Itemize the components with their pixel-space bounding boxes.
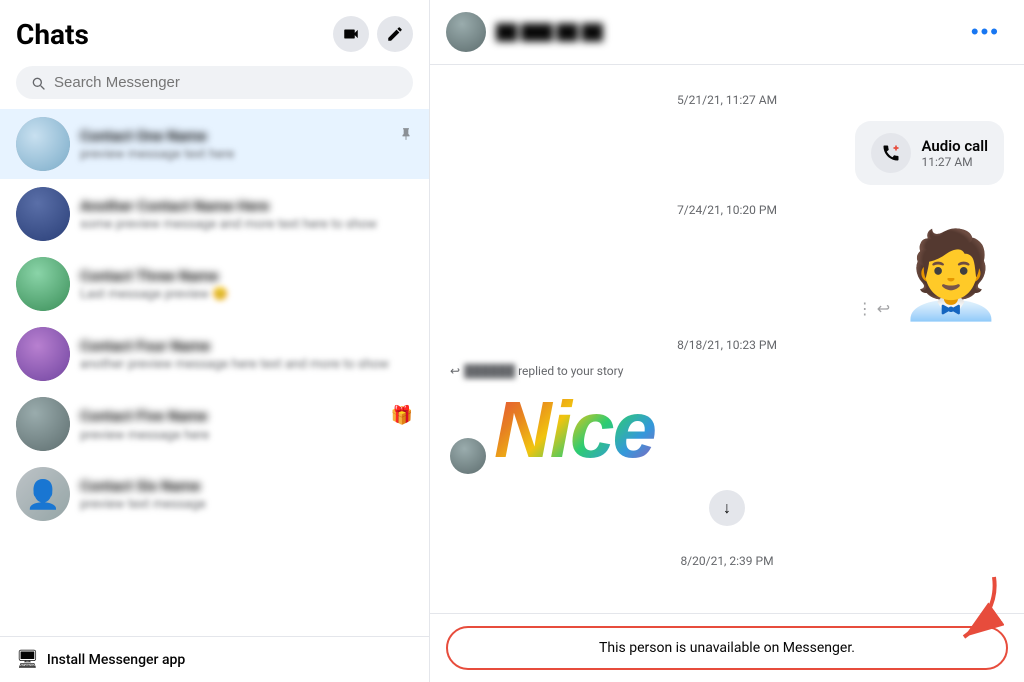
reply-icon[interactable]: ↩ <box>877 299 890 318</box>
chat-preview: preview text message <box>80 497 413 512</box>
chat-info: Contact One Name preview message text he… <box>80 127 413 162</box>
replied-story-text: replied to your story <box>518 364 623 378</box>
chat-name: Contact Three Name <box>80 267 413 285</box>
list-item[interactable]: Another Contact Name Here some preview m… <box>0 179 429 249</box>
search-container <box>0 60 429 109</box>
avatar <box>16 117 70 171</box>
timestamp-divider: 5/21/21, 11:27 AM <box>450 93 1004 107</box>
sidebar-title: Chats <box>16 18 89 51</box>
pin-icon <box>399 127 413 145</box>
chat-name: Contact Six Name <box>80 477 413 495</box>
chat-preview: preview message text here <box>80 147 413 162</box>
replied-story-label: ██████ replied to your story <box>464 364 623 378</box>
replied-story-row: ↩ ██████ replied to your story <box>450 364 1004 378</box>
nice-sticker: Nice <box>494 386 655 474</box>
chat-info: Contact Six Name preview text message <box>80 477 413 512</box>
list-item[interactable]: 👤 Contact Six Name preview text message <box>0 459 429 529</box>
sticker: 🧑‍💼 <box>898 233 1004 318</box>
list-item[interactable]: Contact Four Name another preview messag… <box>0 319 429 389</box>
message-row: Audio call 11:27 AM <box>450 121 1004 185</box>
incoming-avatar <box>450 438 486 474</box>
search-input[interactable] <box>54 74 399 91</box>
chat-footer-wrapper: This person is unavailable on Messenger. <box>430 613 1024 682</box>
sidebar-header: Chats <box>0 0 429 60</box>
chat-area: ██ ███ ██ ██ ••• 5/21/21, 11:27 AM Audio… <box>430 0 1024 682</box>
chat-info: Another Contact Name Here some preview m… <box>80 197 413 232</box>
header-icons <box>333 16 413 52</box>
dots-icon[interactable]: ⋮ <box>857 299 873 318</box>
chat-name: Contact Four Name <box>80 337 413 355</box>
call-info: Audio call 11:27 AM <box>921 137 988 169</box>
call-icon <box>871 133 911 173</box>
chat-header: ██ ███ ██ ██ ••• <box>430 0 1024 65</box>
gift-icon: 🎁 <box>391 405 413 426</box>
audio-call-bubble: Audio call 11:27 AM <box>855 121 1004 185</box>
chat-header-avatar <box>446 12 486 52</box>
message-actions: ⋮ ↩ <box>857 299 890 318</box>
list-item[interactable]: Contact One Name preview message text he… <box>0 109 429 179</box>
sticker-row: ⋮ ↩ 🧑‍💼 <box>450 233 1004 318</box>
scroll-down-container: ↓ <box>450 486 1004 530</box>
chat-name: Another Contact Name Here <box>80 197 413 215</box>
chat-preview: preview message here <box>80 428 413 443</box>
scroll-down-button[interactable]: ↓ <box>709 490 745 526</box>
messages-area[interactable]: 5/21/21, 11:27 AM Audio call 11:27 AM 7/… <box>430 65 1024 613</box>
install-app-label: Install Messenger app <box>47 652 185 668</box>
chat-footer: This person is unavailable on Messenger. <box>430 613 1024 682</box>
call-time: 11:27 AM <box>921 155 988 169</box>
chat-list: Contact One Name preview message text he… <box>0 109 429 636</box>
chat-header-info: ██ ███ ██ ██ <box>496 23 953 41</box>
avatar <box>16 397 70 451</box>
chat-preview: Last message preview 😊 <box>80 287 413 302</box>
chat-preview: some preview message and more text here … <box>80 217 413 232</box>
chat-info: Contact Five Name 🎁 preview message here <box>80 405 413 443</box>
more-options-button[interactable]: ••• <box>963 15 1008 49</box>
sidebar: Chats <box>0 0 430 682</box>
chat-name: Contact One Name <box>80 127 207 145</box>
search-icon <box>30 75 46 91</box>
chat-name: Contact Five Name <box>80 407 208 425</box>
avatar <box>16 187 70 241</box>
call-label: Audio call <box>921 137 988 155</box>
chat-preview: another preview message here text and mo… <box>80 357 413 372</box>
avatar <box>16 257 70 311</box>
monitor-icon: 🖥 <box>16 649 39 670</box>
chat-header-name: ██ ███ ██ ██ <box>496 23 953 41</box>
chat-info: Contact Four Name another preview messag… <box>80 337 413 372</box>
install-app-footer[interactable]: 🖥 Install Messenger app <box>0 636 429 682</box>
list-item[interactable]: Contact Five Name 🎁 preview message here <box>0 389 429 459</box>
avatar: 👤 <box>16 467 70 521</box>
unavailable-notice: This person is unavailable on Messenger. <box>446 626 1008 670</box>
list-item[interactable]: Contact Three Name Last message preview … <box>0 249 429 319</box>
unavailable-text: This person is unavailable on Messenger. <box>599 640 855 656</box>
compose-button[interactable] <box>377 16 413 52</box>
search-box <box>16 66 413 99</box>
avatar <box>16 327 70 381</box>
nice-sticker-row: Nice <box>450 386 1004 474</box>
video-call-button[interactable] <box>333 16 369 52</box>
timestamp-divider: 8/18/21, 10:23 PM <box>450 338 1004 352</box>
chat-info: Contact Three Name Last message preview … <box>80 267 413 302</box>
nice-text: Nice <box>494 390 655 470</box>
timestamp-divider: 7/24/21, 10:20 PM <box>450 203 1004 217</box>
timestamp-divider: 8/20/21, 2:39 PM <box>450 554 1004 568</box>
